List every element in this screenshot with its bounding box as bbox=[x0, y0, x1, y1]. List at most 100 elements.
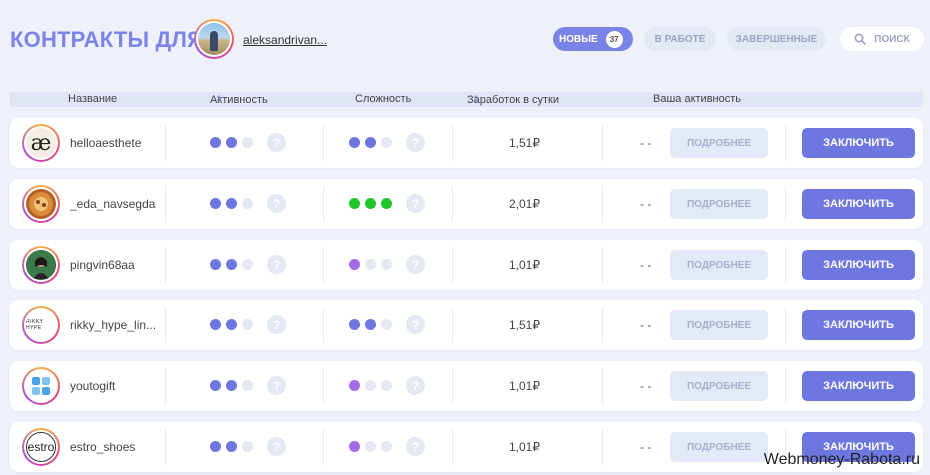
account-avatar[interactable] bbox=[22, 185, 60, 223]
difficulty-help-icon[interactable]: ? bbox=[406, 133, 425, 152]
column-divider bbox=[602, 125, 603, 161]
column-divider bbox=[452, 429, 453, 465]
level-dot bbox=[365, 259, 376, 270]
difficulty-help-icon[interactable]: ? bbox=[406, 376, 425, 395]
level-dot bbox=[349, 441, 360, 452]
activity-help-icon[interactable]: ? bbox=[267, 255, 286, 274]
tab-completed[interactable]: ЗАВЕРШЕННЫЕ bbox=[727, 27, 826, 51]
level-dot bbox=[242, 259, 253, 270]
level-dot bbox=[226, 441, 237, 452]
header: КОНТРАКТЫ ДЛЯ aleksandrivan... НОВЫЕ 37 … bbox=[0, 0, 930, 80]
level-dot bbox=[210, 441, 221, 452]
column-divider bbox=[452, 247, 453, 283]
profile-avatar[interactable] bbox=[194, 19, 234, 59]
person-photo-icon bbox=[27, 251, 55, 279]
level-dot bbox=[349, 137, 360, 148]
column-divider bbox=[165, 186, 166, 222]
account-avatar[interactable]: estro bbox=[22, 428, 60, 466]
account-avatar[interactable]: RIKKY HYPE bbox=[22, 306, 60, 344]
profile-username-link[interactable]: aleksandrivan... bbox=[243, 33, 327, 47]
activity-help-icon[interactable]: ? bbox=[267, 376, 286, 395]
column-divider bbox=[602, 247, 603, 283]
account-avatar[interactable] bbox=[22, 367, 60, 405]
column-divider bbox=[165, 247, 166, 283]
column-divider bbox=[785, 186, 786, 222]
food-plate-icon bbox=[29, 192, 53, 216]
level-dot bbox=[365, 441, 376, 452]
search-icon bbox=[854, 33, 867, 45]
details-button[interactable]: ПОДРОБНЕЕ bbox=[670, 250, 768, 280]
sort-icon: ⇕ bbox=[472, 94, 480, 104]
level-dot bbox=[210, 137, 221, 148]
level-dot bbox=[210, 380, 221, 391]
your-activity-value: - - bbox=[640, 197, 652, 211]
search-label: ПОИСК bbox=[874, 33, 910, 45]
details-button[interactable]: ПОДРОБНЕЕ bbox=[670, 432, 768, 462]
your-activity-value: - - bbox=[640, 379, 652, 393]
column-divider bbox=[785, 247, 786, 283]
column-divider bbox=[323, 186, 324, 222]
column-divider bbox=[165, 307, 166, 343]
activity-help-icon[interactable]: ? bbox=[267, 315, 286, 334]
avatar-image: æ bbox=[26, 128, 56, 158]
column-divider bbox=[452, 125, 453, 161]
level-dot bbox=[381, 259, 392, 270]
level-dot bbox=[365, 380, 376, 391]
table-row: _eda_navsegda?? 2,01₽ - - ПОДРОБНЕЕ ЗАКЛЮЧИТ… bbox=[10, 179, 923, 229]
details-button[interactable]: ПОДРОБНЕЕ bbox=[670, 189, 768, 219]
level-dot bbox=[365, 137, 376, 148]
sign-contract-button[interactable]: ЗАКЛЮЧИТЬ bbox=[802, 371, 915, 401]
earnings-value: 1,51₽ bbox=[509, 136, 540, 150]
search-button[interactable]: ПОИСК bbox=[840, 27, 924, 51]
difficulty-help-icon[interactable]: ? bbox=[406, 315, 425, 334]
avatar-image bbox=[26, 189, 56, 219]
difficulty-help-icon[interactable]: ? bbox=[406, 194, 425, 213]
level-dot bbox=[381, 137, 392, 148]
sign-contract-button[interactable]: ЗАКЛЮЧИТЬ bbox=[802, 189, 915, 219]
your-activity-value: - - bbox=[640, 440, 652, 454]
level-dot bbox=[242, 441, 253, 452]
level-dot bbox=[226, 198, 237, 209]
avatar-image bbox=[26, 250, 56, 280]
details-button[interactable]: ПОДРОБНЕЕ bbox=[670, 128, 768, 158]
sign-contract-button[interactable]: ЗАКЛЮЧИТЬ bbox=[802, 128, 915, 158]
details-button[interactable]: ПОДРОБНЕЕ bbox=[670, 371, 768, 401]
difficulty-help-icon[interactable]: ? bbox=[406, 255, 425, 274]
level-dot bbox=[210, 198, 221, 209]
level-dot bbox=[210, 259, 221, 270]
table-row: RIKKY HYPE rikky_hype_lin...?? 1,51₽ - - ПОД… bbox=[10, 300, 923, 350]
column-divider bbox=[323, 247, 324, 283]
column-divider bbox=[785, 125, 786, 161]
column-divider bbox=[323, 368, 324, 404]
level-dot bbox=[226, 137, 237, 148]
account-avatar[interactable] bbox=[22, 246, 60, 284]
details-button[interactable]: ПОДРОБНЕЕ bbox=[670, 310, 768, 340]
earnings-value: 2,01₽ bbox=[509, 197, 540, 211]
column-divider bbox=[165, 429, 166, 465]
sign-contract-button[interactable]: ЗАКЛЮЧИТЬ bbox=[802, 250, 915, 280]
avatar-image: RIKKY HYPE bbox=[26, 310, 56, 340]
page-title: КОНТРАКТЫ ДЛЯ bbox=[10, 27, 204, 52]
watermark: Webmoney-Rabota.ru bbox=[763, 451, 920, 468]
difficulty-help-icon[interactable]: ? bbox=[406, 437, 425, 456]
column-divider bbox=[602, 368, 603, 404]
activity-dots bbox=[210, 137, 253, 148]
activity-help-icon[interactable]: ? bbox=[267, 133, 286, 152]
level-dot bbox=[242, 319, 253, 330]
level-dot bbox=[210, 319, 221, 330]
col-difficulty: Сложность bbox=[355, 93, 412, 105]
account-name: helloaesthete bbox=[70, 136, 142, 150]
tab-in-progress[interactable]: В РАБОТЕ bbox=[644, 27, 716, 51]
table-header: Название Активность ⇕ Сложность Заработок… bbox=[10, 92, 923, 107]
account-avatar[interactable]: æ bbox=[22, 124, 60, 162]
account-name: pingvin68aa bbox=[70, 258, 135, 272]
level-dot bbox=[365, 319, 376, 330]
table-row: pingvin68aa?? 1,01₽ - - ПОДРОБНЕЕ ЗАКЛЮЧИТЬ bbox=[10, 240, 923, 290]
activity-dots bbox=[210, 319, 253, 330]
tab-new[interactable]: НОВЫЕ 37 bbox=[553, 27, 633, 51]
activity-help-icon[interactable]: ? bbox=[267, 194, 286, 213]
activity-help-icon[interactable]: ? bbox=[267, 437, 286, 456]
difficulty-dots bbox=[349, 259, 392, 270]
sign-contract-button[interactable]: ЗАКЛЮЧИТЬ bbox=[802, 310, 915, 340]
level-dot bbox=[226, 380, 237, 391]
